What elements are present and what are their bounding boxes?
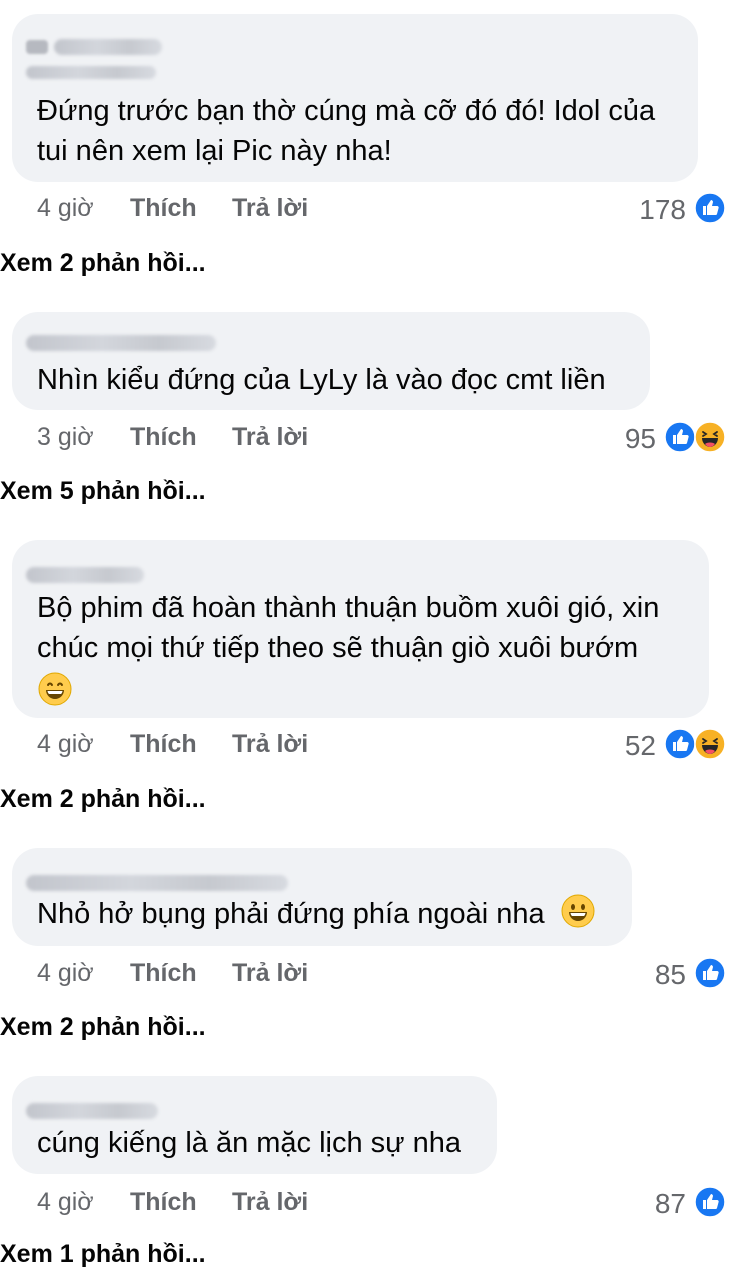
grinning-emoji-icon [38, 672, 72, 706]
comment-actions: 4 giờ Thích Trả lời 85 [0, 955, 743, 991]
comment-text-line: Đứng trước bạn thờ cúng mà cỡ đó đó! Ido… [37, 95, 656, 127]
haha-icon [694, 421, 726, 453]
comment-text-line: Nhỏ hở bụng phải đứng phía ngoài nha [37, 894, 595, 934]
reply-button[interactable]: Trả lời [232, 730, 308, 759]
comment-text-line: tui nên xem lại Pic này nha! [37, 135, 392, 167]
author-badge [26, 40, 48, 54]
author-name-blurred[interactable] [26, 34, 162, 60]
reply-button[interactable]: Trả lời [232, 423, 308, 452]
author-name-blurred[interactable] [26, 1098, 158, 1124]
like-button[interactable]: Thích [130, 423, 197, 452]
like-button[interactable]: Thích [130, 730, 197, 759]
comment-time: 4 giờ [37, 730, 94, 758]
comment-time: 4 giờ [37, 1188, 94, 1216]
view-replies-link[interactable]: Xem 5 phản hồi... [0, 477, 206, 506]
like-icon [694, 957, 726, 989]
reaction-count[interactable]: 87 [630, 1188, 686, 1220]
like-button[interactable]: Thích [130, 959, 197, 988]
author-name-blurred[interactable] [26, 870, 288, 896]
comment-time: 4 giờ [37, 959, 94, 987]
view-replies-link[interactable]: Xem 1 phản hồi... [0, 1240, 206, 1269]
author-subname-blurred [26, 62, 156, 82]
view-replies-link[interactable]: Xem 2 phản hồi... [0, 249, 206, 278]
like-button[interactable]: Thích [130, 194, 197, 223]
view-replies-link[interactable]: Xem 2 phản hồi... [0, 785, 206, 814]
comment-time: 4 giờ [37, 194, 94, 222]
reaction-count[interactable]: 95 [600, 423, 656, 455]
like-icon [664, 421, 696, 453]
author-name-blurred[interactable] [26, 562, 144, 588]
comment-text-line: cúng kiếng là ăn mặc lịch sự nha [37, 1127, 462, 1159]
reaction-count[interactable]: 85 [630, 959, 686, 991]
comment-time: 3 giờ [37, 423, 94, 451]
reaction-count[interactable]: 178 [620, 194, 686, 226]
reply-button[interactable]: Trả lời [232, 1188, 308, 1217]
author-name-blurred[interactable] [26, 330, 216, 356]
comment-text-line: Bộ phim đã hoàn thành thuận buồm xuôi gi… [37, 592, 660, 624]
haha-icon [694, 728, 726, 760]
comment-actions: 3 giờ Thích Trả lời 95 [0, 419, 743, 455]
like-icon [664, 728, 696, 760]
comment-actions: 4 giờ Thích Trả lời 52 [0, 726, 743, 762]
reply-button[interactable]: Trả lời [232, 959, 308, 988]
smiling-emoji-icon [561, 894, 595, 928]
comment-actions: 4 giờ Thích Trả lời 87 [0, 1184, 743, 1220]
reaction-count[interactable]: 52 [600, 730, 656, 762]
comment-actions: 4 giờ Thích Trả lời 178 [0, 190, 743, 226]
comment-text-line: chúc mọi thứ tiếp theo sẽ thuận giò xuôi… [37, 632, 639, 664]
reply-button[interactable]: Trả lời [232, 194, 308, 223]
comment-text-line: Nhìn kiểu đứng của LyLy là vào đọc cmt l… [37, 364, 606, 396]
like-button[interactable]: Thích [130, 1188, 197, 1217]
like-icon [694, 192, 726, 224]
view-replies-link[interactable]: Xem 2 phản hồi... [0, 1013, 206, 1042]
like-icon [694, 1186, 726, 1218]
